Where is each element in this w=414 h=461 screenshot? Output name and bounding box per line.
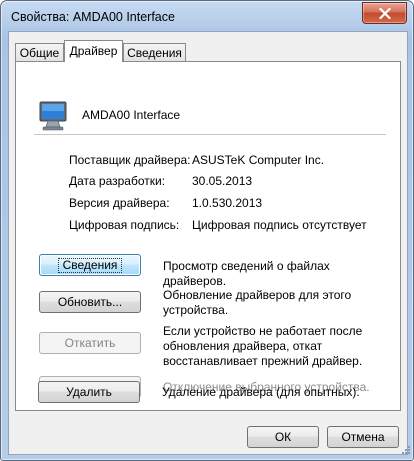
driver-details-description: Просмотр сведений о файлах драйверов.: [163, 259, 330, 288]
cancel-button[interactable]: Отмена: [327, 426, 399, 448]
properties-dialog: Свойства: AMDA00 Interface Общие Драйвер…: [0, 0, 414, 461]
rollback-driver-description: Если устройство не работает после обновл…: [163, 324, 363, 368]
provider-label: Поставщик драйвера:: [69, 153, 191, 167]
driver-details-button-label: Сведения: [57, 257, 123, 273]
tab-general[interactable]: Общие: [15, 43, 64, 61]
close-icon: [378, 7, 391, 19]
device-name: AMDA00 Interface: [82, 108, 181, 122]
signature-label: Цифровая подпись:: [69, 218, 180, 232]
provider-value: ASUSTeK Computer Inc.: [192, 153, 325, 167]
date-value: 30.05.2013: [192, 174, 253, 188]
monitor-icon: [36, 100, 70, 135]
signature-value: Цифровая подпись отсутствует: [192, 218, 367, 232]
uninstall-driver-button[interactable]: Удалить: [38, 381, 140, 403]
window-title: Свойства: AMDA00 Interface: [11, 10, 175, 24]
date-label: Дата разработки:: [69, 174, 166, 188]
rollback-driver-button[interactable]: Откатить: [39, 332, 141, 354]
update-driver-description: Обновление драйверов для этого устройств…: [163, 288, 352, 317]
driver-details-button[interactable]: Сведения: [39, 254, 141, 276]
tab-driver[interactable]: Драйвер: [64, 40, 123, 62]
ok-button[interactable]: ОК: [247, 426, 319, 448]
version-value: 1.0.530.2013: [192, 196, 263, 210]
driver-tab-panel: AMDA00 Interface Поставщик драйвера: ASU…: [15, 61, 401, 411]
resize-grip[interactable]: [401, 444, 411, 458]
update-driver-button[interactable]: Обновить...: [39, 291, 141, 313]
close-button[interactable]: [362, 2, 407, 24]
tab-details[interactable]: Сведения: [123, 43, 186, 61]
dialog-client-area: Общие Драйвер Сведения AMDA00 Interface …: [8, 31, 408, 455]
version-label: Версия драйвера:: [69, 196, 170, 210]
divider-top: [34, 134, 386, 135]
uninstall-driver-description: Удаление драйвера (для опытных).: [162, 385, 360, 399]
